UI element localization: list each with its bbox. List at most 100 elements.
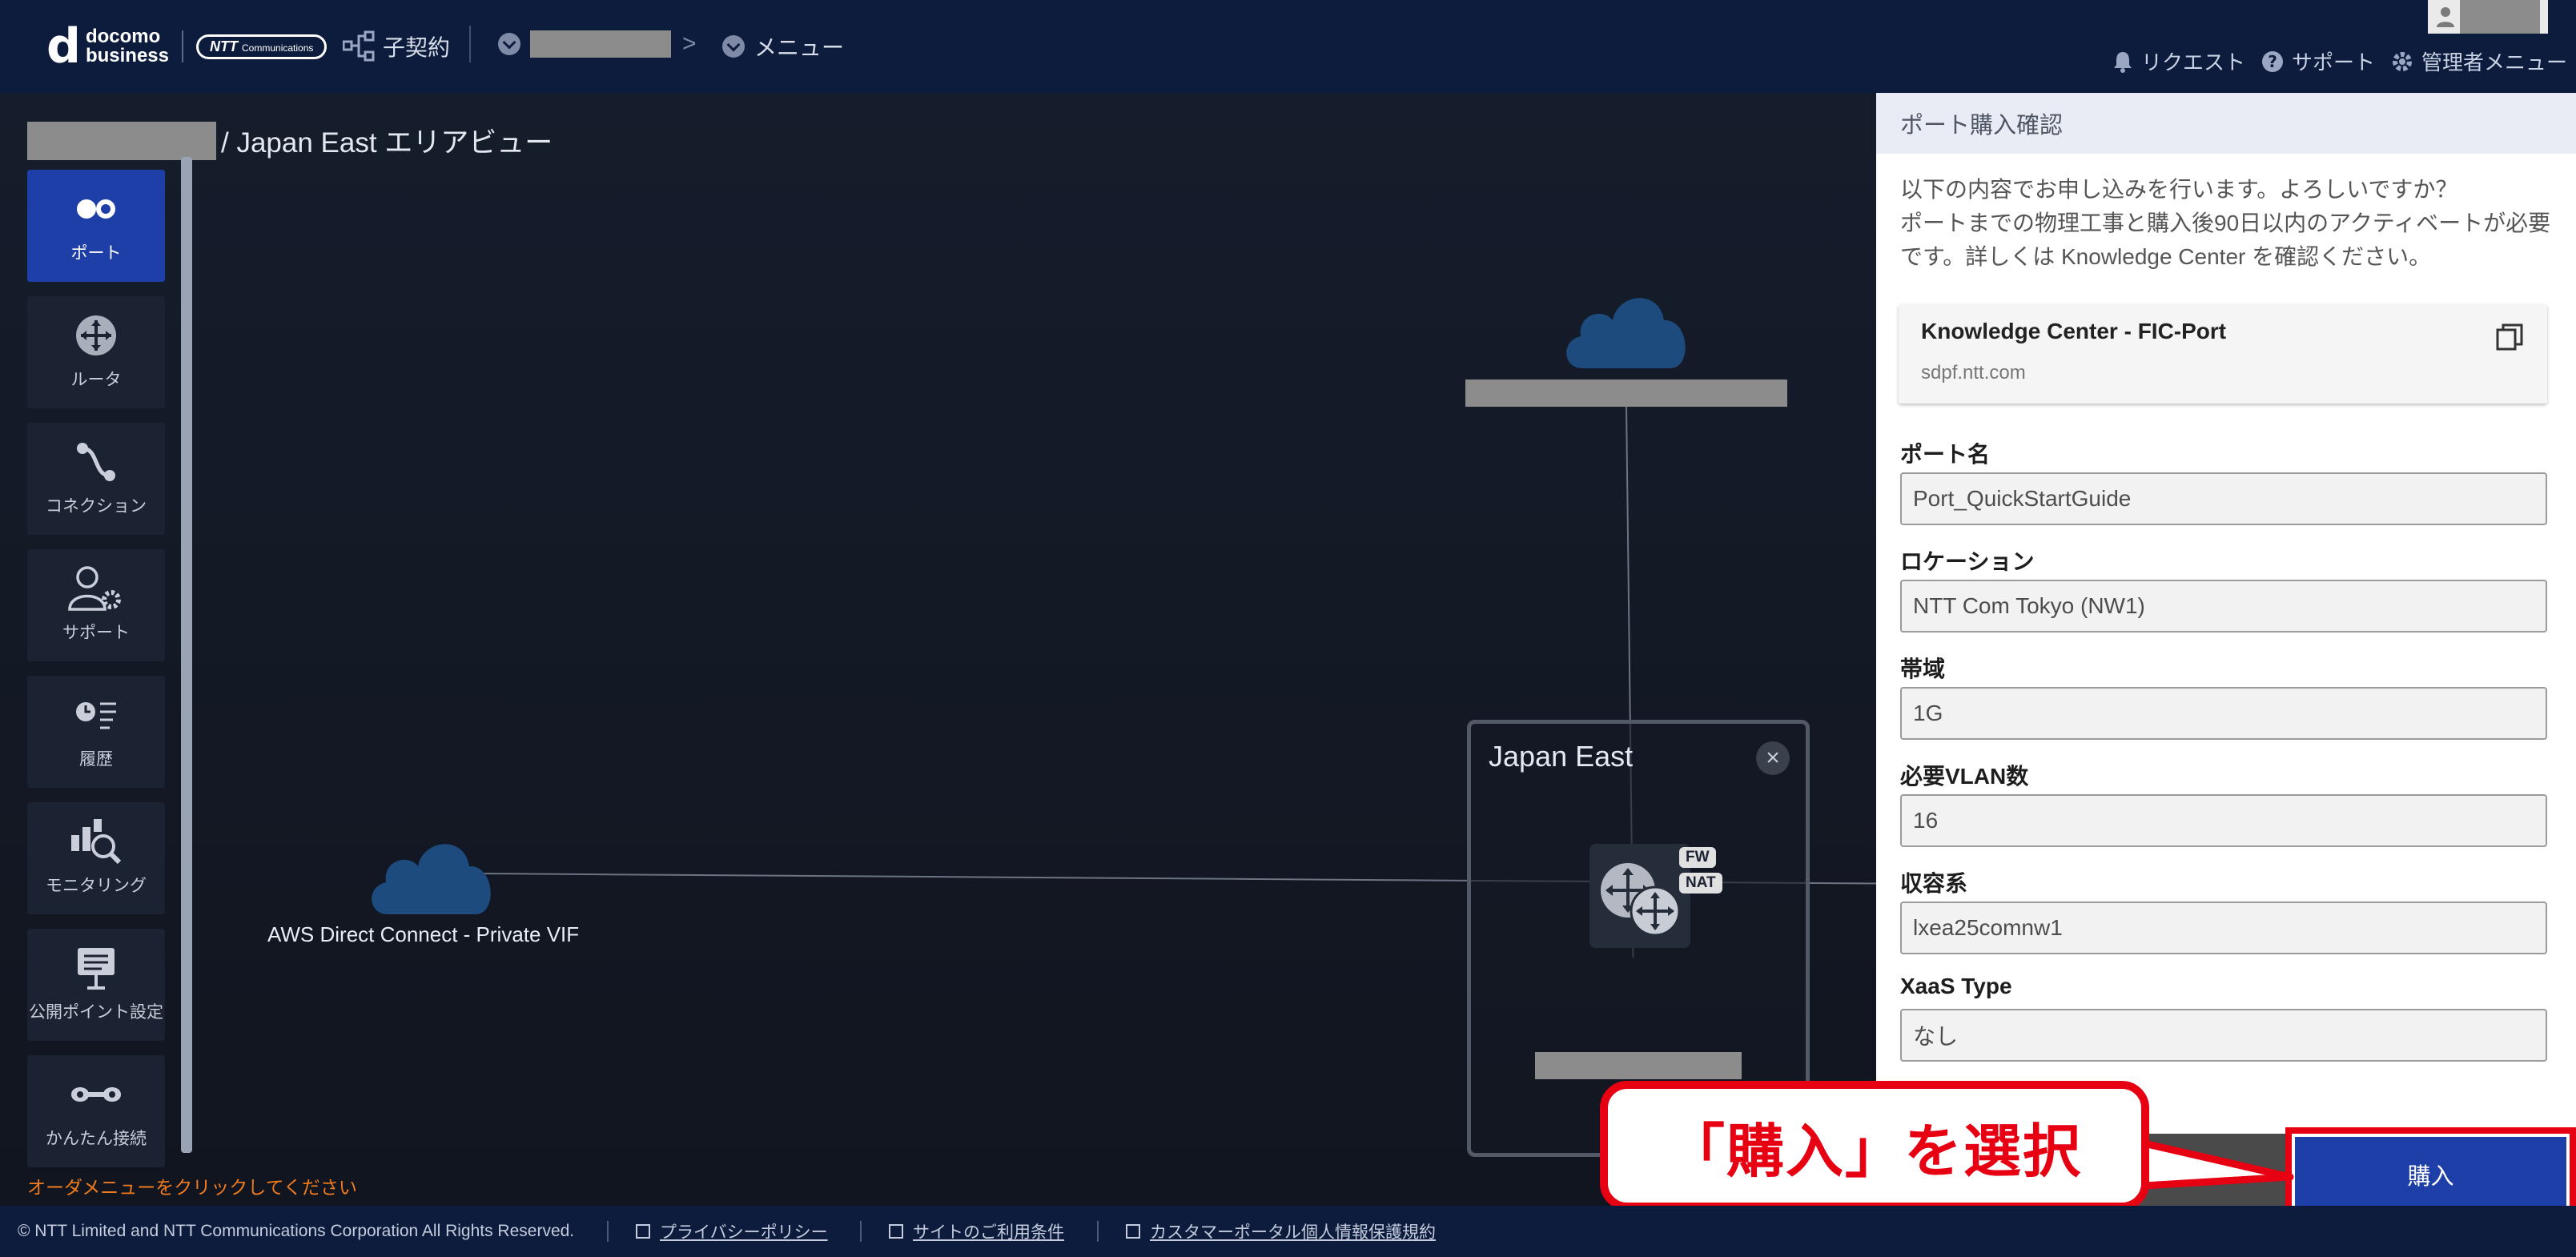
logo-business-text: business: [85, 45, 169, 66]
contract-label: 子契約: [383, 35, 451, 60]
footer-divider: [860, 1221, 862, 1242]
page-title: / Japan East エリアビュー: [27, 120, 553, 161]
xaas-type-field: なし: [1900, 1009, 2547, 1062]
area-view-canvas[interactable]: / Japan East エリアビュー ポート ルータ コネクション サポート …: [0, 93, 1877, 1206]
docomo-d-mark: d: [46, 18, 81, 74]
port-icon: [74, 187, 118, 231]
accommodation-field: lxea25comnw1: [1900, 902, 2547, 954]
footer: © NTT Limited and NTT Communications Cor…: [0, 1206, 2576, 1257]
fw-badge: FW: [1679, 847, 1716, 868]
header-divider: [469, 26, 471, 62]
docomo-business-logo[interactable]: d docomo business NTT Communications: [46, 18, 328, 74]
cloud-icon[interactable]: [365, 831, 496, 916]
public-point-icon: [74, 946, 118, 990]
ntt-communications-logo: NTT Communications: [196, 34, 328, 59]
menu-item-label: かんたん接続: [46, 1130, 147, 1148]
bandwidth-field: 1G: [1900, 687, 2547, 740]
tenant-selector[interactable]: [498, 30, 671, 58]
router-icon: [74, 314, 118, 357]
menu-item-label: サポート: [62, 624, 130, 642]
hierarchy-icon: [343, 30, 375, 62]
vlan-count-field: 16: [1900, 794, 2547, 847]
easy-connect-icon: [68, 1073, 124, 1116]
terms-of-use-link[interactable]: サイトのご利用条件: [889, 1219, 1064, 1243]
connection-icon: [74, 440, 118, 484]
svg-text:?: ?: [2268, 52, 2277, 71]
user-icon: [2437, 7, 2454, 27]
region-title: Japan East: [1489, 740, 1634, 773]
menu-item-public-point[interactable]: 公開ポイント設定: [27, 929, 165, 1041]
external-link-icon: [889, 1224, 903, 1239]
menu-item-label: コネクション: [46, 497, 147, 516]
menu-item-history[interactable]: 履歴: [27, 676, 165, 788]
monitoring-icon: [70, 819, 123, 865]
menu-item-support[interactable]: サポート: [27, 549, 165, 661]
kc-card-title: Knowledge Center - FIC-Port: [1921, 319, 2227, 343]
contract-switch[interactable]: 子契約: [343, 30, 450, 62]
menu-button[interactable]: メニュー: [722, 30, 844, 62]
menu-item-easy-connect[interactable]: かんたん接続: [27, 1055, 165, 1167]
xaas-type-label: XaaS Type: [1900, 974, 2012, 998]
gear-icon: [2393, 51, 2412, 71]
footer-divider: [607, 1221, 609, 1242]
top-header: d docomo business NTT Communications 子契約…: [0, 0, 2576, 93]
support-icon: [68, 566, 124, 611]
vlan-count-label: 必要VLAN数: [1900, 764, 2029, 789]
panel-title: ポート購入確認: [1876, 93, 2576, 154]
help-icon: ?: [2262, 50, 2283, 72]
menu-item-label: ルータ: [70, 371, 122, 389]
close-icon[interactable]: ×: [1756, 741, 1790, 775]
port-purchase-confirm-panel: ポート購入確認 以下の内容でお申し込みを行います。よろしいですか？ ポートまでの…: [1876, 93, 2576, 1206]
menu-item-label: 履歴: [79, 750, 113, 769]
menu-item-label: ポート: [70, 244, 122, 263]
menu-item-port[interactable]: ポート: [27, 170, 165, 282]
aws-cloud-label: AWS Direct Connect - Private VIF: [267, 922, 580, 946]
select-purchase-callout: 「購入」を選択: [1600, 1081, 2149, 1211]
redacted-tenant-name: [27, 121, 216, 160]
privacy-policy-link[interactable]: プライバシーポリシー: [636, 1219, 828, 1243]
order-menu-hint: オーダメニューをクリックしてください: [27, 1177, 357, 1198]
menu-item-label: モニタリング: [46, 877, 147, 895]
external-link-icon: [636, 1224, 650, 1239]
accommodation-label: 収容系: [1900, 871, 1968, 896]
port-name-field: Port_QuickStartGuide: [1900, 472, 2547, 525]
logo-divider: [182, 30, 183, 62]
copyright-text: © NTT Limited and NTT Communications Cor…: [18, 1222, 575, 1240]
nat-badge: NAT: [1679, 873, 1722, 894]
side-menu-scrollbar[interactable]: [181, 157, 192, 1153]
request-link[interactable]: リクエスト: [2112, 46, 2245, 76]
logo-docomo-text: docomo: [85, 26, 161, 47]
location-label: ロケーション: [1900, 549, 2035, 574]
redacted-router-name: [1535, 1052, 1742, 1079]
router-icon: [1601, 863, 1681, 937]
location-field: NTT Com Tokyo (NW1): [1900, 580, 2547, 633]
check-circle-icon: [722, 35, 745, 58]
bell-icon: [2114, 51, 2132, 73]
router-node[interactable]: [1589, 844, 1690, 948]
menu-item-label: 公開ポイント設定: [29, 1003, 163, 1022]
port-name-label: ポート名: [1900, 442, 1991, 467]
callout-pointer: [2130, 1137, 2294, 1191]
admin-menu-link[interactable]: 管理者メニュー: [2391, 46, 2567, 76]
knowledge-center-link-card[interactable]: Knowledge Center - FIC-Port sdpf.ntt.com: [1899, 304, 2547, 404]
menu-item-connection[interactable]: コネクション: [27, 423, 165, 535]
user-account-button[interactable]: [2428, 0, 2548, 34]
support-link[interactable]: ? サポート: [2261, 46, 2375, 76]
open-external-icon[interactable]: [2496, 323, 2523, 351]
cloud-icon[interactable]: [1560, 285, 1691, 370]
confirmation-message: 以下の内容でお申し込みを行います。よろしいですか？ ポートまでの物理工事と購入後…: [1900, 177, 2551, 269]
menu-item-router[interactable]: ルータ: [27, 296, 165, 408]
breadcrumb-chevron-icon: >: [682, 30, 697, 57]
check-circle-icon: [498, 33, 520, 55]
customer-portal-privacy-link[interactable]: カスタマーポータル個人情報保護規約: [1126, 1219, 1436, 1243]
bandwidth-label: 帯域: [1900, 657, 1946, 681]
kc-card-url: sdpf.ntt.com: [1921, 362, 2026, 384]
menu-label: メニュー: [754, 35, 845, 60]
footer-divider: [1097, 1221, 1099, 1242]
redacted-tenant-name: [530, 30, 671, 58]
redacted-user-name: [2460, 0, 2540, 34]
redacted-cloud-name: [1465, 380, 1787, 407]
menu-item-monitoring[interactable]: モニタリング: [27, 802, 165, 914]
external-link-icon: [1126, 1224, 1140, 1239]
history-icon: [74, 693, 118, 737]
